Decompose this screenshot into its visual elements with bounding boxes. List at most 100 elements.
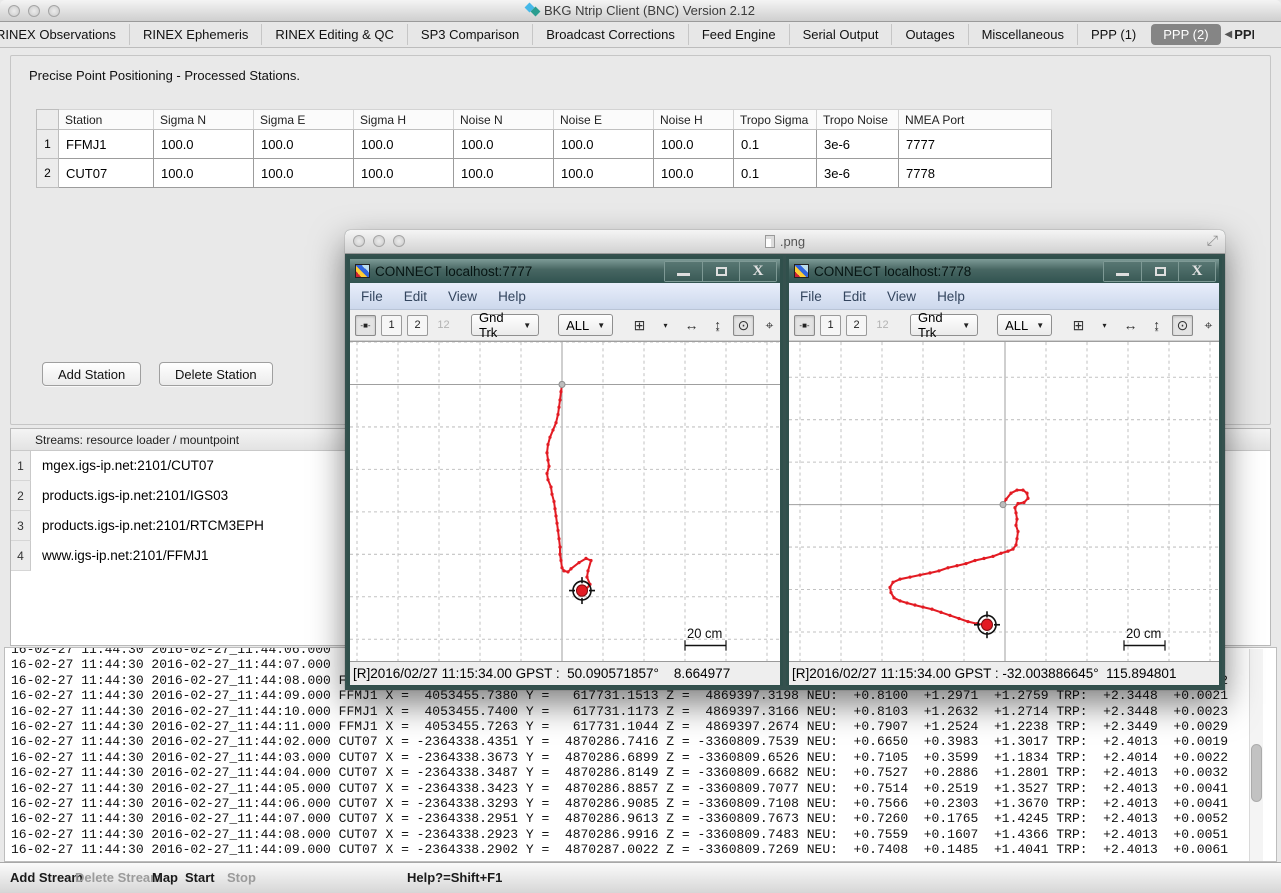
toolbar-start[interactable]: Start (185, 870, 215, 885)
tab-miscellaneous[interactable]: Miscellaneous (968, 24, 1077, 45)
table-cell[interactable]: FFMJ1 (59, 130, 154, 159)
tab-sp3-comparison[interactable]: SP3 Comparison (407, 24, 532, 45)
toolbar-add-stream[interactable]: Add Stream (10, 870, 83, 885)
png-viewer-titlebar[interactable]: .png ⤢ (345, 230, 1225, 254)
table-cell[interactable]: 100.0 (254, 159, 354, 188)
resize-grip-icon[interactable]: ⤢ (1207, 232, 1218, 249)
close-button[interactable]: X (739, 262, 776, 281)
plot-12-button[interactable]: 12 (433, 315, 454, 336)
minimize-button[interactable] (1104, 262, 1141, 281)
satellite-dropdown[interactable]: ALL▼ (997, 314, 1052, 336)
zoom-cursor-button[interactable]: ⊞ (1068, 315, 1089, 336)
table-cell[interactable]: 3e-6 (817, 130, 899, 159)
menu-file[interactable]: File (361, 289, 383, 304)
fit-vertical-button[interactable]: ↨ (1146, 315, 1167, 336)
row-number-cell[interactable]: 2 (37, 159, 59, 188)
add-station-button[interactable]: Add Station (42, 362, 141, 386)
table-cell[interactable]: 7778 (899, 159, 1052, 188)
plot-2-button[interactable]: 2 (846, 315, 867, 336)
tab-outages[interactable]: Outages (891, 24, 967, 45)
tab-rinex-observations[interactable]: RINEX Observations (0, 24, 129, 45)
table-cell[interactable]: 100.0 (654, 159, 734, 188)
table-cell[interactable]: 100.0 (254, 130, 354, 159)
fit-horizontal-button[interactable]: ↔ (681, 315, 702, 336)
column-header-sigma-h: Sigma H (354, 110, 454, 130)
table-cell[interactable]: 100.0 (154, 159, 254, 188)
table-cell[interactable]: 100.0 (454, 159, 554, 188)
stream-row-number: 1 (11, 451, 31, 481)
column-header-nmea-port: NMEA Port (899, 110, 1052, 130)
png-viewer-title: .png (345, 234, 1225, 249)
table-cell[interactable]: 100.0 (654, 130, 734, 159)
maximize-button[interactable] (1141, 262, 1178, 281)
tab-serial-output[interactable]: Serial Output (789, 24, 892, 45)
plot-type-dropdown[interactable]: Gnd Trk▼ (471, 314, 539, 336)
connect-button[interactable]: -■- (355, 315, 376, 336)
plot-type-dropdown[interactable]: Gnd Trk▼ (910, 314, 978, 336)
menu-view[interactable]: View (887, 289, 916, 304)
center-origin-button[interactable]: ⊙ (1172, 315, 1193, 336)
rtk-titlebar[interactable]: CONNECT localhost:7778 X (789, 259, 1219, 283)
plot-1-button[interactable]: 1 (820, 315, 841, 336)
fit-horizontal-button[interactable]: ↔ (1120, 315, 1141, 336)
table-cell[interactable]: CUT07 (59, 159, 154, 188)
toolbar-map[interactable]: Map (152, 870, 178, 885)
delete-station-button[interactable]: Delete Station (159, 362, 273, 386)
menu-view[interactable]: View (448, 289, 477, 304)
maximize-button[interactable] (702, 262, 739, 281)
menu-help[interactable]: Help (498, 289, 526, 304)
menu-help[interactable]: Help (937, 289, 965, 304)
tab-ppp-2-[interactable]: PPP (2) (1151, 24, 1220, 45)
png-viewer-window[interactable]: .png ⤢ CONNECT localhost:7777 X File Edi… (345, 230, 1225, 690)
plot-1-button[interactable]: 1 (381, 315, 402, 336)
ground-track-plot[interactable]: 20 cm (789, 341, 1219, 661)
tab-feed-engine[interactable]: Feed Engine (688, 24, 789, 45)
table-cell[interactable]: 100.0 (354, 130, 454, 159)
log-line: 16-02-27 11:44:30 2016-02-27_11:44:05.00… (11, 781, 1276, 796)
minimize-button[interactable] (665, 262, 702, 281)
plot-2-button[interactable]: 2 (407, 315, 428, 336)
close-icon: X (1192, 264, 1203, 279)
rtkplot-window-7778[interactable]: CONNECT localhost:7778 X File Edit View … (786, 256, 1222, 686)
connect-button[interactable]: -■- (794, 315, 815, 336)
zoom-cursor-button[interactable]: ⊞ (629, 315, 650, 336)
tab-scroll-left-icon[interactable]: ◀ (1223, 29, 1235, 40)
fit-vertical-button[interactable]: ↨ (707, 315, 728, 336)
menu-edit[interactable]: Edit (404, 289, 427, 304)
tab-rinex-ephemeris[interactable]: RINEX Ephemeris (129, 24, 261, 45)
satellite-dropdown[interactable]: ALL▼ (558, 314, 613, 336)
table-cell[interactable]: 100.0 (554, 130, 654, 159)
track-center-button[interactable]: ⌖ (1198, 315, 1219, 336)
main-titlebar[interactable]: BKG Ntrip Client (BNC) Version 2.12 (0, 0, 1281, 22)
cursor-menu-button[interactable]: ▾ (1094, 315, 1115, 336)
window-controls: X (1103, 261, 1216, 282)
rtkplot-window-7777[interactable]: CONNECT localhost:7777 X File Edit View … (347, 256, 783, 686)
rtk-titlebar[interactable]: CONNECT localhost:7777 X (350, 259, 780, 283)
tab-rinex-editing-qc[interactable]: RINEX Editing & QC (261, 24, 407, 45)
table-cell[interactable]: 7777 (899, 130, 1052, 159)
row-number-cell[interactable]: 1 (37, 130, 59, 159)
log-scrollbar-thumb[interactable] (1251, 744, 1262, 802)
tab-overflow-clipped[interactable]: PPP (1234, 27, 1254, 42)
table-cell[interactable]: 3e-6 (817, 159, 899, 188)
table-cell[interactable]: 100.0 (354, 159, 454, 188)
ground-track-plot[interactable]: 20 cm (350, 341, 780, 661)
table-cell[interactable]: 0.1 (734, 130, 817, 159)
menu-edit[interactable]: Edit (843, 289, 866, 304)
cursor-menu-button[interactable]: ▾ (655, 315, 676, 336)
track-center-button[interactable]: ⌖ (759, 315, 780, 336)
table-cell[interactable]: 100.0 (454, 130, 554, 159)
center-origin-button[interactable]: ⊙ (733, 315, 754, 336)
tab-broadcast-corrections[interactable]: Broadcast Corrections (532, 24, 688, 45)
close-button[interactable]: X (1178, 262, 1215, 281)
maximize-icon (716, 267, 727, 276)
table-cell[interactable]: 100.0 (554, 159, 654, 188)
log-scrollbar[interactable] (1249, 649, 1263, 862)
chevron-down-icon: ▼ (523, 321, 531, 330)
tab-ppp-1-[interactable]: PPP (1) (1077, 24, 1149, 45)
table-cell[interactable]: 0.1 (734, 159, 817, 188)
column-header-noise-n: Noise N (454, 110, 554, 130)
menu-file[interactable]: File (800, 289, 822, 304)
table-cell[interactable]: 100.0 (154, 130, 254, 159)
plot-12-button[interactable]: 12 (872, 315, 893, 336)
